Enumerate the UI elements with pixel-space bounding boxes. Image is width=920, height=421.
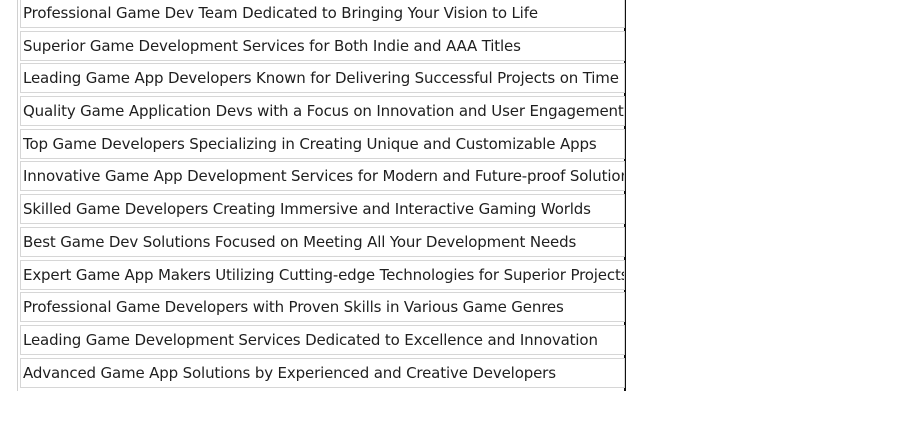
table-row: Superior Game Development Services for B… (20, 30, 625, 61)
table-row: Best Game Dev Solutions Focused on Meeti… (20, 226, 625, 257)
table-row: Advanced Game App Solutions by Experienc… (20, 357, 625, 388)
table-row: Leading Game Development Services Dedica… (20, 324, 625, 355)
headline-list: Professional Game Dev Team Dedicated to … (18, 0, 626, 390)
table-row: Top Game Developers Specializing in Crea… (20, 128, 625, 159)
table-row: Leading Game App Developers Known for De… (20, 63, 625, 94)
headline-table: Professional Game Dev Team Dedicated to … (17, 0, 626, 391)
table-row: Professional Game Dev Team Dedicated to … (20, 0, 625, 28)
table-row: Skilled Game Developers Creating Immersi… (20, 194, 625, 225)
table-row: Expert Game App Makers Utilizing Cutting… (20, 259, 625, 290)
table-row: Innovative Game App Development Services… (20, 161, 625, 192)
table-row: Professional Game Developers with Proven… (20, 292, 625, 323)
table-row: Quality Game Application Devs with a Foc… (20, 96, 625, 127)
